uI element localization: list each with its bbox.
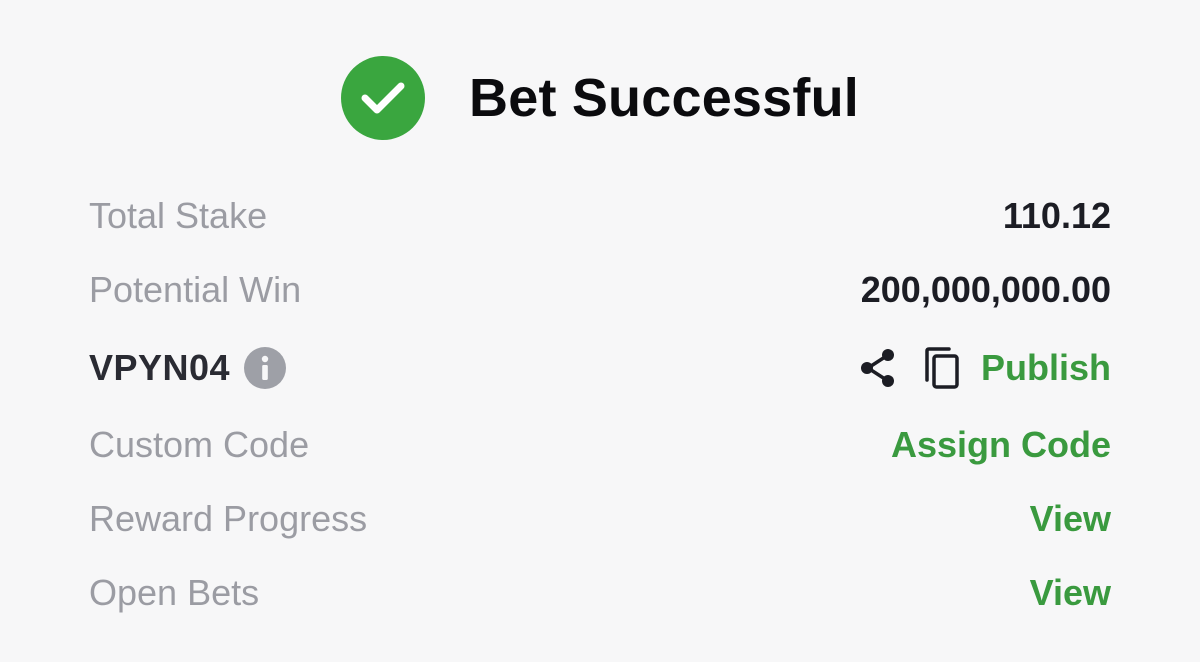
assign-code-button[interactable]: Assign Code [891, 424, 1111, 466]
page-title: Bet Successful [469, 68, 859, 128]
potential-win-row: Potential Win 200,000,000.00 [89, 265, 1111, 315]
share-icon[interactable] [859, 348, 897, 388]
reward-progress-label: Reward Progress [89, 498, 368, 539]
checkmark-icon [361, 82, 405, 114]
open-bets-row: Open Bets View [89, 568, 1111, 618]
info-icon[interactable] [244, 347, 287, 389]
copy-icon[interactable] [923, 346, 961, 390]
open-bets-view-button[interactable]: View [1030, 572, 1111, 614]
check-circle-icon [341, 56, 426, 140]
booking-actions: Publish [859, 346, 1111, 390]
booking-code-row: VPYN04 Publish [89, 343, 1111, 393]
publish-button[interactable]: Publish [981, 347, 1111, 389]
total-stake-row: Total Stake 110.12 [89, 191, 1111, 241]
booking-code-group: VPYN04 [89, 347, 287, 389]
reward-progress-row: Reward Progress View [89, 494, 1111, 544]
reward-progress-view-button[interactable]: View [1030, 498, 1111, 540]
info-glyph-icon [261, 355, 269, 380]
potential-win-value: 200,000,000.00 [860, 269, 1111, 310]
potential-win-label: Potential Win [89, 269, 302, 310]
bet-confirmation-panel: Bet Successful Total Stake 110.12 Potent… [0, 0, 1200, 662]
total-stake-value: 110.12 [1002, 195, 1111, 236]
open-bets-label: Open Bets [89, 572, 260, 613]
custom-code-label: Custom Code [89, 424, 310, 465]
custom-code-row: Custom Code Assign Code [89, 420, 1111, 470]
bet-success-header: Bet Successful [0, 56, 1200, 140]
total-stake-label: Total Stake [89, 195, 268, 236]
booking-code: VPYN04 [89, 347, 231, 388]
